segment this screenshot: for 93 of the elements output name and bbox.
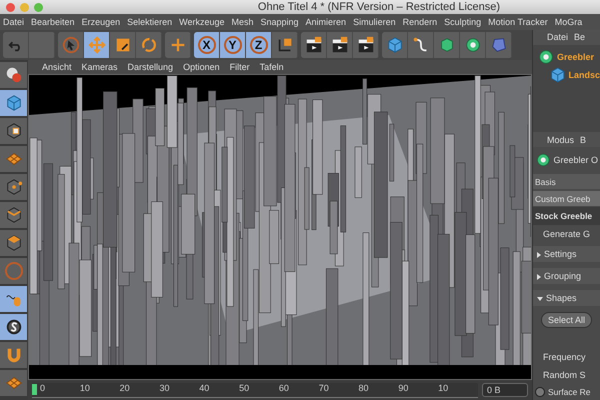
tool-button[interactable]: [0, 230, 27, 256]
axis-toggle: [4, 262, 22, 280]
toolbar-button[interactable]: [272, 32, 298, 58]
clapperboard-icon: [330, 36, 348, 54]
field-label: Surface Re: [548, 387, 591, 398]
menu-item[interactable]: Bearbeiten: [31, 17, 75, 27]
frame-number: 80: [358, 382, 370, 392]
menu-item[interactable]: Snapping: [260, 17, 299, 27]
menu-item[interactable]: Filter: [230, 62, 250, 72]
tab[interactable]: Custom Greeb: [533, 191, 600, 206]
window-title: Ohne Titel 4 * (NFR Version – Restricted License): [258, 1, 500, 13]
scale-icon: [114, 36, 132, 54]
frame-number: 60: [278, 382, 290, 392]
s-circle-icon: [4, 318, 22, 336]
cube-icon: [386, 36, 404, 54]
collapsed-triangle-icon: [537, 252, 541, 258]
tree-item[interactable]: Greebler: [537, 48, 600, 66]
menu-item[interactable]: Optionen: [183, 62, 220, 72]
menu-item[interactable]: Darstellung: [128, 62, 174, 72]
menu-item[interactable]: Sculpting: [444, 17, 482, 27]
toolbar-button[interactable]: [460, 32, 486, 58]
select-all-button[interactable]: Select All: [541, 312, 592, 328]
playhead[interactable]: [32, 384, 37, 394]
group-header[interactable]: Settings: [533, 246, 600, 262]
collapsed-triangle-icon: [537, 274, 541, 280]
grid-plane-icon: [4, 150, 22, 168]
menu-item[interactable]: Simulieren: [353, 17, 396, 27]
cube-icon: [4, 94, 22, 112]
menu-item[interactable]: Erzeugen: [82, 17, 120, 27]
toolbar-button[interactable]: Z: [246, 32, 272, 58]
field-label: Generate G: [542, 228, 592, 242]
menu-item[interactable]: Datei: [547, 32, 568, 42]
field-label: Frequency: [542, 351, 587, 364]
menu-item[interactable]: Tafeln: [260, 62, 284, 72]
tool-button[interactable]: [0, 118, 27, 144]
tool-button[interactable]: [0, 314, 27, 340]
clapperboard-icon: [356, 36, 374, 54]
frame-number: 90: [398, 382, 410, 392]
axis-toggle: Z: [250, 36, 268, 54]
rotate-icon: [140, 36, 158, 54]
group-header[interactable]: Grouping: [533, 268, 600, 284]
menu-item[interactable]: MoGra: [554, 17, 582, 27]
menu-item[interactable]: Be: [574, 32, 586, 42]
cursor-icon: [62, 36, 80, 54]
grid-plane-icon: [4, 374, 22, 392]
tree-item[interactable]: Landsc: [537, 66, 600, 84]
menu-item[interactable]: Werkzeuge: [179, 17, 224, 27]
toolbar-button[interactable]: [408, 32, 434, 58]
menu-item[interactable]: Datei: [3, 17, 24, 27]
frame-number: 40: [199, 382, 210, 392]
menu-item[interactable]: Ansicht: [42, 62, 72, 72]
plus-icon: [168, 36, 186, 54]
group-header[interactable]: Shapes: [533, 290, 600, 306]
tool-button[interactable]: [0, 202, 27, 228]
expanded-triangle-icon: [537, 296, 543, 301]
radio-button[interactable]: [535, 387, 545, 398]
menu-item[interactable]: Mesh: [231, 17, 254, 27]
cube-edges-icon: [4, 206, 22, 224]
menu-item[interactable]: Motion Tracker: [488, 17, 548, 27]
frame-number: 10: [438, 382, 450, 392]
toolbar-button[interactable]: [327, 32, 353, 58]
frame-number: 0: [40, 382, 46, 392]
frame-number: 10: [80, 382, 91, 392]
move-arrows-icon: [88, 36, 106, 54]
section-title: Stock Greeble: [533, 207, 600, 226]
object-name: Greebler O: [553, 155, 598, 166]
timeline-ruler[interactable]: 0 10 20 30 40 50 60 70 80 90 10: [32, 382, 478, 398]
frame-number: 30: [159, 382, 170, 392]
frame-field[interactable]: 0 B: [482, 383, 528, 397]
tool-button[interactable]: [0, 174, 27, 200]
frame-number: 70: [318, 382, 330, 392]
tab[interactable]: Basis: [533, 174, 600, 190]
toolbar-button[interactable]: X: [194, 32, 220, 58]
menu-item[interactable]: Rendern: [402, 17, 438, 27]
frame-number: 50: [239, 382, 250, 392]
axis-toggle: X: [198, 36, 216, 54]
frame-number: 20: [120, 382, 131, 392]
axis-toggle: Y: [224, 36, 242, 54]
toolbar-button[interactable]: Y: [220, 32, 246, 58]
cube-face-icon: [4, 234, 22, 252]
field-label: Random S: [542, 369, 587, 382]
menu-item[interactable]: Selektieren: [127, 17, 172, 27]
menu-item[interactable]: Kameras: [82, 62, 118, 72]
clapperboard-icon: [304, 36, 322, 54]
menu-item[interactable]: Animieren: [306, 17, 346, 27]
cube-points-icon: [4, 178, 22, 196]
menu-item[interactable]: B: [580, 134, 586, 145]
toolbar-button[interactable]: [353, 32, 379, 58]
spline-icon: [412, 36, 430, 54]
magnet-icon: [4, 346, 22, 364]
cube-icon: [549, 66, 566, 84]
toolbar-button[interactable]: [301, 32, 327, 58]
menu-item[interactable]: Modus: [547, 134, 574, 145]
